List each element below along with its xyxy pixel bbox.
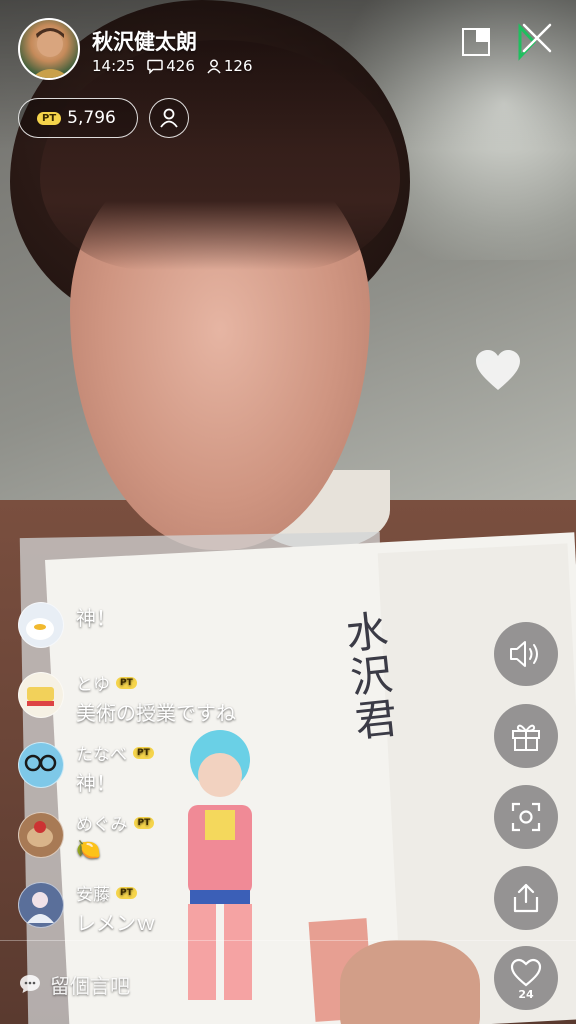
comment-input[interactable]: 留個言吧 — [18, 964, 458, 1004]
comment-text: 神！ — [76, 771, 116, 795]
comment-avatar[interactable] — [18, 672, 64, 718]
comment-item: 神！ — [18, 600, 348, 670]
comment-author: とゆ PT — [76, 670, 236, 695]
like-count: 24 — [518, 988, 534, 1001]
live-stream-screen: 水沢君 秋沢健太朗 14:25 426 126 PT 5,796 神！ とゆ P… — [0, 0, 576, 1024]
pt-badge: PT — [37, 111, 62, 125]
close-button[interactable] — [514, 22, 554, 62]
comment-author: たなべ PT — [76, 740, 154, 765]
comment-text: レメンｗ — [76, 911, 156, 935]
pip-button[interactable] — [456, 22, 496, 62]
gift-button[interactable] — [494, 704, 558, 768]
capture-icon — [511, 802, 541, 832]
comment-author: 安藤 PT — [76, 880, 156, 905]
pt-badge: PT — [133, 816, 155, 829]
comment-avatar[interactable] — [18, 602, 64, 648]
pt-badge: PT — [116, 676, 137, 689]
speaker-icon — [510, 641, 538, 667]
stream-time: 14:25 — [92, 57, 136, 75]
streamer-name[interactable]: 秋沢健太朗 — [92, 26, 197, 56]
screenshot-button[interactable] — [494, 785, 558, 849]
person-icon — [160, 108, 178, 128]
pip-icon — [462, 28, 490, 56]
viewer-icon — [207, 59, 221, 74]
comment-text: 🍋 — [76, 837, 101, 861]
profile-follow-button[interactable] — [149, 98, 189, 138]
comment-avatar[interactable] — [18, 812, 64, 858]
points-value: 5,796 — [67, 108, 116, 128]
share-icon — [513, 883, 539, 913]
floating-heart-icon — [474, 348, 522, 392]
viewer-count: 126 — [223, 57, 253, 75]
points-pill[interactable]: PT 5,796 — [18, 98, 138, 138]
heart-icon — [510, 958, 542, 987]
comment-avatar[interactable] — [18, 882, 64, 928]
stream-meta: 14:25 426 126 — [92, 57, 253, 75]
share-button[interactable] — [494, 866, 558, 930]
comment-icon — [147, 59, 163, 74]
comment-avatar[interactable] — [18, 742, 64, 788]
comment-item: とゆ PT 美術の授業ですね — [18, 670, 348, 740]
volume-button[interactable] — [494, 622, 558, 686]
gift-icon — [512, 724, 540, 751]
pt-badge: PT — [133, 746, 154, 759]
comment-count: 426 — [166, 57, 195, 75]
chat-bubble-icon — [20, 975, 40, 993]
comment-text: 美術の授業ですね — [76, 701, 236, 725]
like-button[interactable]: 24 — [494, 946, 558, 1010]
pt-badge: PT — [116, 886, 137, 899]
streamer-avatar[interactable] — [18, 18, 80, 80]
comment-input-placeholder: 留個言吧 — [50, 973, 130, 998]
close-icon — [518, 23, 552, 61]
comment-item: めぐみ PT 🍋 — [18, 810, 348, 880]
comment-item: たなべ PT 神！ — [18, 740, 348, 810]
bottom-divider — [0, 940, 576, 941]
comment-list[interactable]: 神！ とゆ PT 美術の授業ですね たなべ PT 神！ めぐみ PT 🍋 安藤 … — [18, 600, 348, 950]
comment-author: めぐみ PT — [76, 810, 155, 835]
comment-text: 神！ — [76, 606, 116, 630]
